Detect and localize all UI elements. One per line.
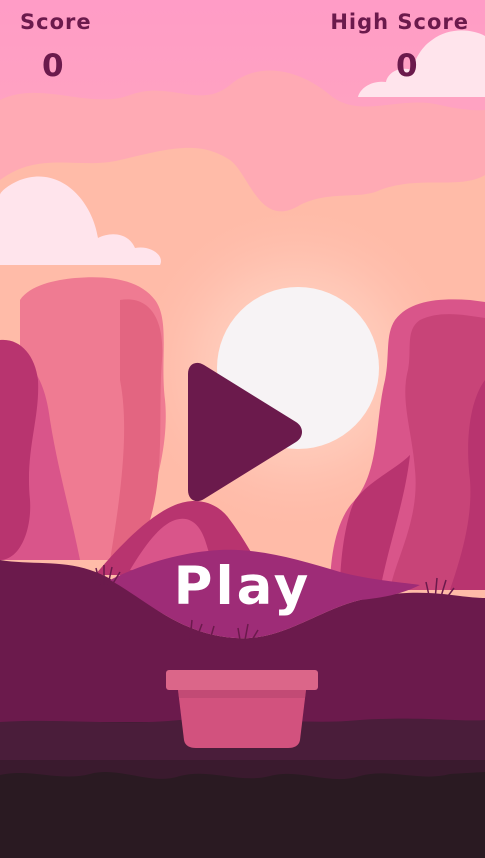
- play-triangle-icon: [188, 362, 302, 502]
- score-value: 0: [42, 48, 64, 84]
- score-label: Score: [20, 10, 92, 34]
- play-label[interactable]: Play: [120, 556, 365, 617]
- flower-pot: [166, 670, 318, 748]
- ground-dirt: [0, 772, 485, 858]
- play-button[interactable]: [170, 352, 320, 512]
- game-screen: Score 0 High Score 0 Play: [0, 0, 485, 858]
- high-score-label: High Score: [330, 10, 469, 34]
- high-score-value: 0: [396, 48, 418, 84]
